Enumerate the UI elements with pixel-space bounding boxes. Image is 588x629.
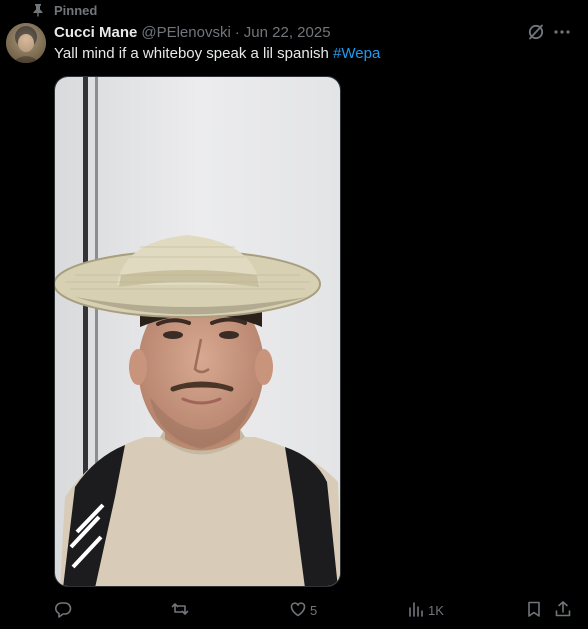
like-button[interactable]: 5 <box>289 600 317 620</box>
views-button[interactable]: 1K <box>407 600 444 620</box>
share-button[interactable] <box>554 600 572 620</box>
views-icon <box>407 600 425 621</box>
post-date[interactable]: Jun 22, 2025 <box>244 24 331 41</box>
like-count: 5 <box>310 602 318 618</box>
post-media-image[interactable] <box>54 76 341 587</box>
post-text: Yall mind if a whiteboy speak a lil span… <box>54 44 380 64</box>
avatar[interactable] <box>6 23 46 63</box>
post-action-bar: 5 1K <box>54 600 574 620</box>
views-count: 1K <box>428 602 444 618</box>
bookmark-button[interactable] <box>525 600 543 620</box>
author-handle[interactable]: @PElenovski <box>141 24 230 41</box>
pinned-indicator: Pinned <box>31 2 97 18</box>
reply-button[interactable] <box>54 600 75 620</box>
hashtag-link[interactable]: #Wepa <box>333 45 380 62</box>
repost-icon <box>171 600 189 621</box>
header-separator: · <box>234 23 240 41</box>
post-body-text: Yall mind if a whiteboy speak a lil span… <box>54 45 334 62</box>
more-icon[interactable] <box>552 23 572 41</box>
grok-icon[interactable] <box>527 23 545 41</box>
pin-icon <box>31 3 45 17</box>
author-display-name[interactable]: Cucci Mane <box>54 24 137 41</box>
reply-icon <box>54 600 72 621</box>
repost-button[interactable] <box>171 600 192 620</box>
pinned-label: Pinned <box>54 2 98 18</box>
bookmark-icon <box>525 600 543 621</box>
heart-icon <box>289 600 307 621</box>
post-header: Cucci Mane @PElenovski · Jun 22, 2025 <box>54 22 331 42</box>
share-icon <box>554 600 572 621</box>
